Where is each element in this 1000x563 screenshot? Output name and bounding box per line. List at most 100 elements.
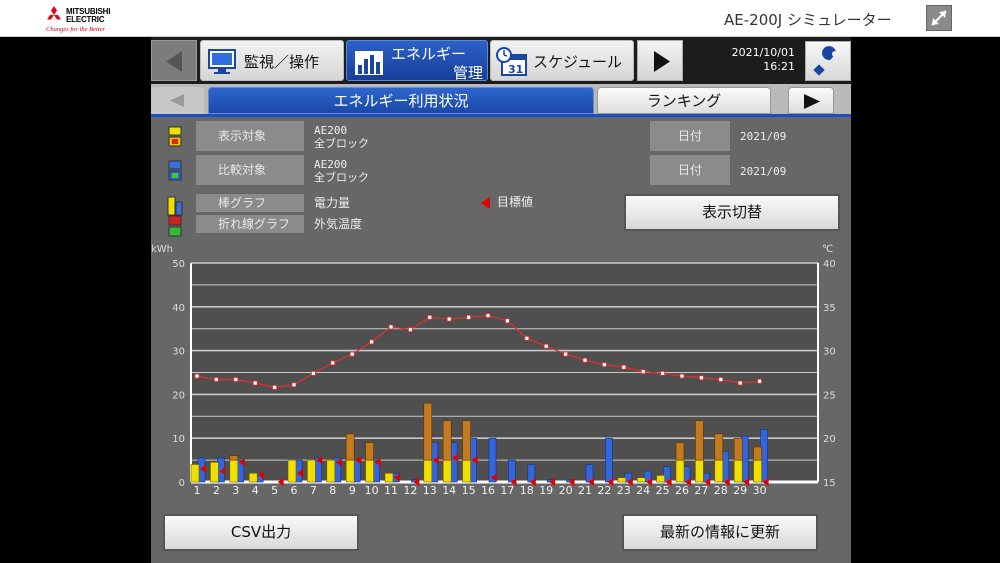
nav-prev-button[interactable] [151,40,197,81]
line-graph-label: 折れ線グラフ [196,215,304,233]
triangle-left-icon [166,51,182,72]
temperature-point [272,384,277,390]
x-tick-label: 23 [617,484,631,495]
subtab-ranking[interactable]: ランキング [597,87,771,114]
temperature-point [466,314,472,320]
nav-next-button[interactable] [637,40,683,81]
compare-date-label: 日付 [650,155,730,185]
y-right-unit: ℃ [822,244,833,255]
tab-monitor-label: 監視／操作 [244,53,320,71]
target-label: 目標値 [497,195,534,209]
bar-display [675,459,685,483]
bar-display [345,459,355,483]
temperature-point [679,373,685,379]
toggle-display-button[interactable]: 表示切替 [624,194,840,231]
bar-display [423,459,433,483]
x-tick-label: 28 [714,484,728,495]
bar-display-overflow [423,402,433,461]
x-tick-label: 15 [462,484,476,495]
mitsubishi-electric-logo: MITSUBISHI ELECTRIC Changes for the Bett… [44,4,124,34]
temperature-point [369,339,375,345]
temperature-point [601,362,607,368]
refresh-button[interactable]: 最新の情報に更新 [622,514,818,551]
temperature-point [291,382,297,388]
y-right-tick-label: 20 [823,434,836,445]
y-left-tick-label: 10 [172,434,185,445]
bar-display [656,475,665,483]
tab-schedule[interactable]: 31 スケジュール [490,40,634,81]
temperature-point [621,364,627,370]
bar-display-overflow [733,437,743,461]
compare-target-value: AE200 全ブロック [314,158,369,184]
expand-arrows-icon [931,10,947,26]
y-left-tick-label: 30 [172,347,185,358]
bar-display [617,477,627,483]
triangle-right-icon [804,94,820,109]
calendar-clock-icon: 31 [496,47,527,76]
temperature-point [252,380,258,386]
energy-panel: 監視／操作 エネルギー 管理 31 スケジュール 2021/10/01 16:2… [151,37,851,563]
x-tick-label: 16 [481,484,495,495]
bar-compare [605,437,613,483]
x-tick-label: 19 [539,484,553,495]
x-tick-label: 20 [559,484,573,495]
current-time: 16:21 [763,60,795,73]
subtab-prev-button[interactable] [151,87,204,114]
settings-button[interactable] [805,41,851,81]
x-tick-label: 30 [753,484,767,495]
bar-display [384,472,394,483]
temperature-point [485,313,491,318]
display-date-value: 2021/09 [740,130,787,143]
main-nav: 監視／操作 エネルギー 管理 31 スケジュール 2021/10/01 16:2… [151,37,851,84]
bar-display [326,459,336,483]
bar-graph-icon [167,196,183,216]
tab-schedule-label: スケジュール [533,53,622,71]
x-tick-label: 9 [349,484,356,495]
tab-energy-label-line1: エネルギー [391,45,467,63]
bar-chart-icon [355,51,383,75]
triangle-right-icon [654,51,670,72]
y-left-tick-label: 40 [172,303,185,314]
bar-display [636,477,646,483]
bar-display-overflow [442,420,452,461]
compare-date-value: 2021/09 [740,165,787,178]
x-tick-label: 12 [403,484,417,495]
tab-energy[interactable]: エネルギー 管理 [346,40,488,82]
x-tick-label: 7 [310,484,317,495]
x-tick-label: 24 [636,484,650,495]
target-marker-icon [481,197,490,209]
bar-compare [508,459,516,483]
temperature-point [233,377,239,382]
display-target-icon [168,126,182,147]
monitor-icon [208,49,236,74]
temperature-point [427,314,433,320]
bar-display-overflow [675,442,685,461]
temperature-point [388,324,394,330]
bar-display [753,459,762,483]
bar-display [714,459,724,483]
x-tick-label: 14 [442,484,456,495]
temperature-point [640,369,646,375]
bar-display [210,461,219,483]
line-graph-value: 外気温度 [314,217,363,231]
temperature-point [582,357,588,363]
bar-display [695,459,704,483]
x-tick-label: 8 [329,484,336,495]
expand-button[interactable] [926,5,952,31]
csv-export-button[interactable]: CSV出力 [163,514,359,551]
bar-display [733,459,743,483]
tab-energy-label-line2: 管理 [453,64,484,82]
temperature-point [194,373,200,379]
display-date-label: 日付 [650,121,730,151]
x-tick-label: 10 [365,484,379,495]
bar-display [248,472,258,483]
x-tick-label: 25 [656,484,670,495]
x-tick-label: 11 [384,484,398,495]
temperature-point [330,360,336,366]
current-date: 2021/10/01 [731,46,795,59]
subtab-energy-usage[interactable]: エネルギー利用状況 [208,87,594,114]
tab-monitor[interactable]: 監視／操作 [200,40,344,81]
x-tick-label: 22 [597,484,611,495]
subtab-next-button[interactable] [788,87,834,114]
line-graph-icon [168,215,182,237]
